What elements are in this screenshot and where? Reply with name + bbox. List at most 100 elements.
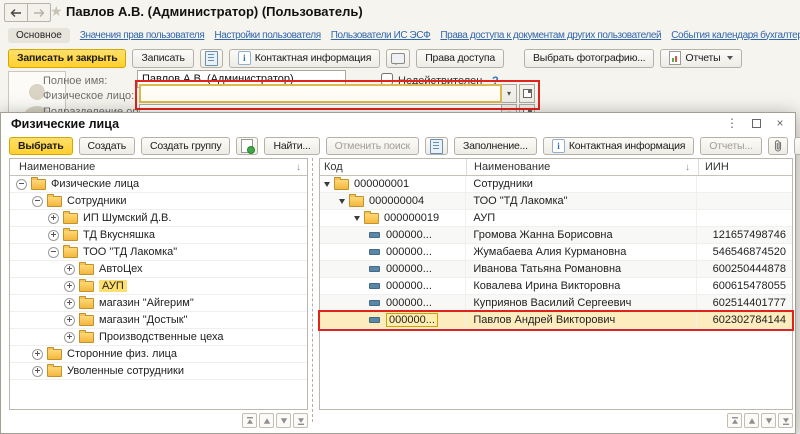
expand-icon[interactable]: [64, 315, 75, 326]
column-header-iin[interactable]: ИИН: [699, 161, 792, 173]
tree-row[interactable]: АУП: [10, 278, 307, 295]
dialog-contact-info-button[interactable]: i Контактная информация: [543, 137, 694, 155]
contact-info-button[interactable]: i Контактная информация: [229, 49, 380, 68]
expand-icon[interactable]: [32, 366, 43, 377]
collapse-triangle-icon[interactable]: [354, 216, 360, 221]
table-person-row[interactable]: 000000...Иванова Татьяна Романовна600250…: [320, 261, 792, 278]
name-cell: ТОО "ТД Лакомка": [466, 193, 697, 209]
table-group-row[interactable]: 000000004ТОО "ТД Лакомка": [320, 193, 792, 210]
expand-icon[interactable]: [32, 349, 43, 360]
more-menu-icon[interactable]: ⋮: [725, 116, 739, 130]
code-cell: 000000019: [320, 210, 466, 226]
persons-dialog: Физические лица ⋮ × Выбрать Создать Созд…: [0, 112, 796, 434]
tab-accountant-calendar[interactable]: События календаря бухгалтера: [671, 30, 800, 41]
create-copy-button[interactable]: [236, 137, 258, 155]
tree-row[interactable]: Уволенные сотрудники: [10, 363, 307, 380]
tree-row-label: Сторонние физ. лица: [67, 348, 177, 360]
scroll-up-button[interactable]: [259, 413, 274, 428]
scroll-up-button[interactable]: [744, 413, 759, 428]
table-person-row[interactable]: 000000...Куприянов Василий Сергеевич6025…: [320, 295, 792, 312]
panel-splitter[interactable]: [312, 158, 313, 422]
folder-icon: [79, 298, 94, 309]
iin-cell: 546546874520: [697, 244, 792, 260]
table-person-row[interactable]: 000000...Громова Жанна Борисовна12165749…: [320, 227, 792, 244]
code-value: 000000001: [354, 178, 409, 190]
create-button[interactable]: Создать: [79, 137, 136, 155]
select-button[interactable]: Выбрать: [9, 137, 73, 155]
create-group-button[interactable]: Создать группу: [141, 137, 230, 155]
collapse-triangle-icon[interactable]: [339, 199, 345, 204]
tab-user-settings[interactable]: Настройки пользователя: [214, 30, 320, 41]
attachments-button[interactable]: [768, 137, 788, 155]
collapse-icon[interactable]: [16, 179, 27, 190]
person-open-button[interactable]: [519, 84, 535, 103]
collapse-triangle-icon[interactable]: [324, 182, 330, 187]
tree-row[interactable]: Сотрудники: [10, 193, 307, 210]
tree-header[interactable]: Наименование ↓: [10, 159, 307, 176]
collapse-icon[interactable]: [48, 247, 59, 258]
find-button[interactable]: Найти...: [264, 137, 319, 155]
scroll-top-button[interactable]: [242, 413, 257, 428]
table-person-row[interactable]: 000000...Жумабаева Алия Курмановна546546…: [320, 244, 792, 261]
back-button[interactable]: [4, 3, 27, 22]
scroll-top-button[interactable]: [727, 413, 742, 428]
table-group-row[interactable]: 000000019АУП: [320, 210, 792, 227]
create-based-on-button[interactable]: Создать на основании: [794, 137, 800, 155]
tree-row[interactable]: магазин "Айгерим": [10, 295, 307, 312]
info-icon: i: [552, 139, 565, 153]
reports-button[interactable]: Отчеты: [660, 49, 741, 68]
person-input[interactable]: [139, 84, 502, 103]
code-cell: 000000...: [320, 312, 466, 328]
tree-row[interactable]: АвтоЦех: [10, 261, 307, 278]
table-header: Код Наименование ↓ ИИН: [320, 159, 792, 176]
forward-button[interactable]: [27, 3, 51, 22]
scroll-bottom-button[interactable]: [293, 413, 308, 428]
tree-row[interactable]: ТД Вкусняшка: [10, 227, 307, 244]
person-icon: [369, 317, 380, 323]
tree-row[interactable]: Физические лица: [10, 176, 307, 193]
expand-icon[interactable]: [64, 332, 75, 343]
history-button[interactable]: [200, 49, 223, 68]
tab-user-rights-values[interactable]: Значения прав пользователя: [80, 30, 205, 41]
expand-icon[interactable]: [64, 281, 75, 292]
code-value: 000000...: [386, 229, 432, 241]
folder-icon: [47, 349, 62, 360]
tab-main[interactable]: Основное: [8, 28, 70, 43]
table-group-row[interactable]: 000000001Сотрудники: [320, 176, 792, 193]
close-button[interactable]: ×: [773, 116, 787, 130]
scroll-down-button[interactable]: [761, 413, 776, 428]
main-toolbar: Записать и закрыть Записать i Контактная…: [0, 47, 800, 69]
access-rights-button[interactable]: Права доступа: [416, 49, 504, 68]
list-settings-button[interactable]: [425, 137, 448, 155]
tree-row[interactable]: ИП Шумский Д.В.: [10, 210, 307, 227]
tab-access-rights-docs[interactable]: Права доступа к документам других пользо…: [440, 30, 661, 41]
save-close-button[interactable]: Записать и закрыть: [8, 49, 126, 68]
expand-icon[interactable]: [64, 298, 75, 309]
tree-row[interactable]: ТОО "ТД Лакомка": [10, 244, 307, 261]
expand-icon[interactable]: [48, 230, 59, 241]
person-dropdown-button[interactable]: ▾: [502, 84, 517, 103]
expand-icon[interactable]: [48, 213, 59, 224]
maximize-button[interactable]: [749, 116, 763, 130]
table-person-row[interactable]: 000000...Ковалева Ирина Викторовна600615…: [320, 278, 792, 295]
folder-icon: [63, 247, 78, 258]
tree-row[interactable]: Производственные цеха: [10, 329, 307, 346]
tree-row[interactable]: Сторонние физ. лица: [10, 346, 307, 363]
name-cell: Жумабаева Алия Курмановна: [466, 244, 697, 260]
person-icon: [369, 232, 380, 238]
save-button[interactable]: Записать: [132, 49, 193, 68]
scroll-bottom-button[interactable]: [778, 413, 793, 428]
expand-icon[interactable]: [64, 264, 75, 275]
tree-rows: Физические лицаСотрудникиИП Шумский Д.В.…: [10, 176, 307, 380]
column-header-name[interactable]: Наименование ↓: [467, 159, 699, 175]
column-header-code[interactable]: Код: [320, 159, 467, 175]
collapse-icon[interactable]: [32, 196, 43, 207]
tab-is-esf-users[interactable]: Пользователи ИС ЭСФ: [331, 30, 431, 41]
favorite-star-icon[interactable]: ★: [50, 3, 63, 20]
comment-button[interactable]: [386, 49, 410, 68]
table-person-row[interactable]: 000000...Павлов Андрей Викторович6023027…: [320, 312, 792, 329]
choose-photo-button[interactable]: Выбрать фотографию...: [524, 49, 654, 68]
fill-button[interactable]: Заполнение...: [454, 137, 537, 155]
scroll-down-button[interactable]: [276, 413, 291, 428]
tree-row[interactable]: магазин "Достык": [10, 312, 307, 329]
